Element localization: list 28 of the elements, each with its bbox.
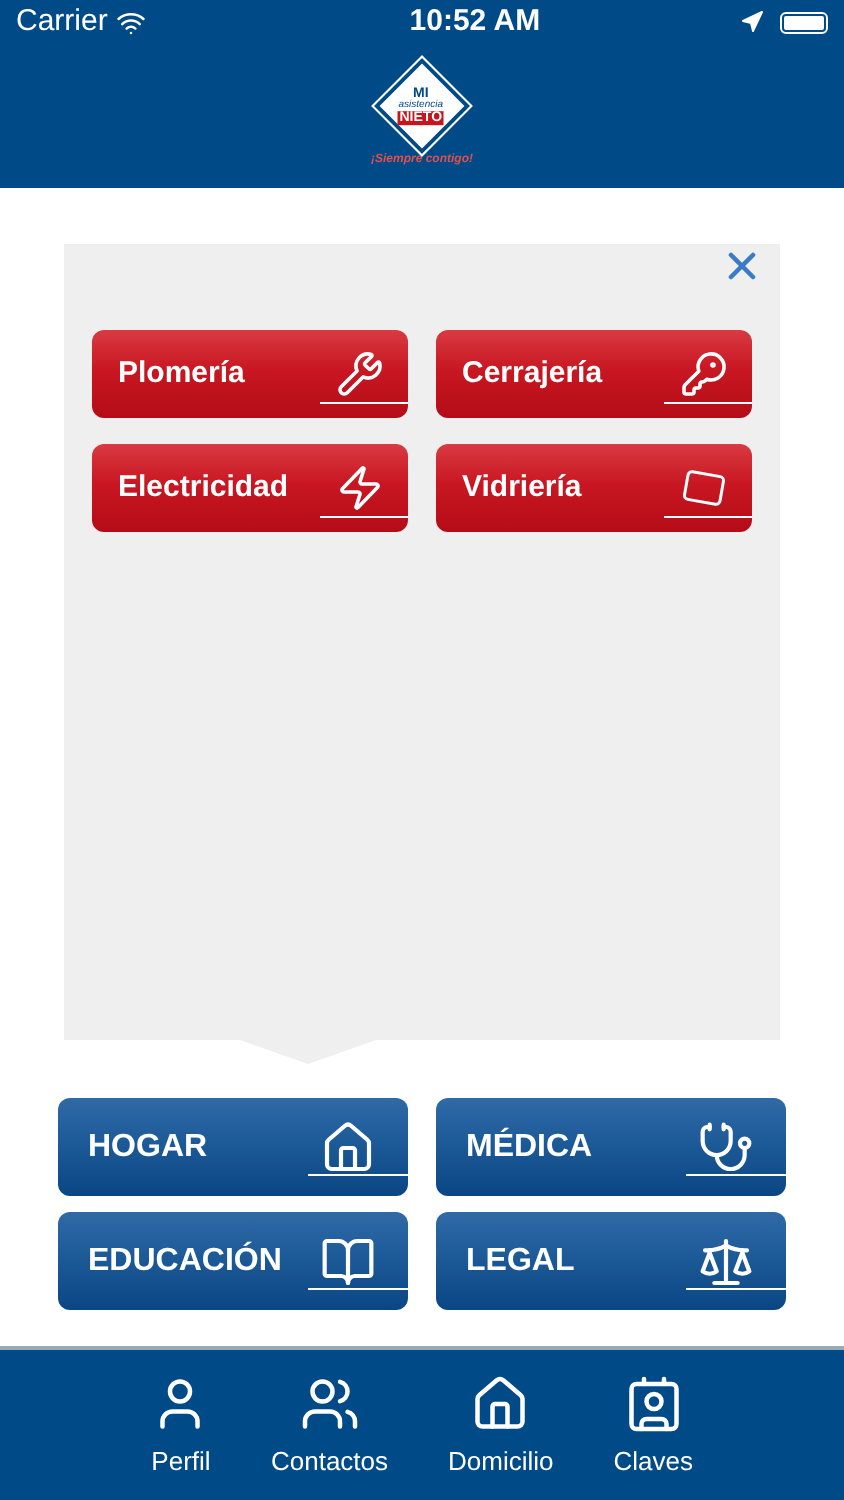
service-button[interactable]: Vidriería <box>436 444 752 532</box>
category-button[interactable]: LEGAL <box>436 1212 786 1310</box>
tab-bar-item[interactable]: Contactos <box>270 1374 389 1500</box>
id-card-icon <box>623 1374 684 1434</box>
lightning-icon <box>336 464 384 512</box>
category-button[interactable]: HOGAR <box>58 1098 408 1196</box>
stethoscope-icon <box>698 1119 754 1175</box>
battery-icon <box>780 11 828 33</box>
category-button[interactable]: EDUCACIÓN <box>58 1212 408 1310</box>
book-icon <box>320 1233 376 1289</box>
scales-icon <box>698 1233 754 1289</box>
service-button[interactable]: Plomería <box>92 330 408 418</box>
carrier-name: Carrier <box>16 1 108 42</box>
tab-bar-item[interactable]: Perfil <box>150 1374 211 1500</box>
location-icon <box>740 10 764 34</box>
service-button[interactable]: Electricidad <box>92 444 408 532</box>
house-icon <box>320 1119 376 1175</box>
glass-pane-icon <box>680 464 728 512</box>
tab-bar-item[interactable]: Claves <box>613 1374 694 1500</box>
category-button[interactable]: MÉDICA <box>436 1098 786 1196</box>
status-time: 10:52 AM <box>409 1 541 42</box>
wifi-icon <box>115 7 146 37</box>
service-button[interactable]: Cerrajería <box>436 330 752 418</box>
house-icon <box>470 1374 531 1434</box>
wrench-icon <box>336 350 384 398</box>
key-icon <box>680 350 728 398</box>
people-icon <box>299 1374 360 1434</box>
tab-bar-item[interactable]: Domicilio <box>448 1374 554 1500</box>
